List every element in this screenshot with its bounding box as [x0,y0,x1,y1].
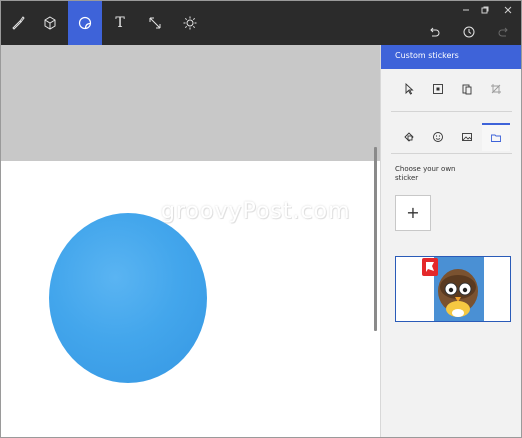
paste-button[interactable] [453,77,481,101]
restore-icon [481,6,489,14]
watermark-text: groovyPost.com [161,199,351,224]
stickers-tool-button[interactable] [68,1,102,45]
history-icon [463,26,475,38]
sticker-shape-icon [404,132,414,142]
sticker-tabs [381,123,521,153]
panel-title: Custom stickers [395,51,459,60]
sticker-image [396,257,510,321]
custom-sticker-thumbnail[interactable] [395,256,511,322]
custom-stickers-panel: Custom stickers Choose your own sticker … [380,45,521,437]
panel-divider [391,111,512,112]
tab-texture-stickers[interactable] [424,123,452,151]
crop-button[interactable] [482,77,510,101]
choose-sticker-label: Choose your own sticker [395,165,456,182]
paste-icon [462,84,472,95]
sticker-icon [78,16,92,30]
select-area-tool-button[interactable] [424,77,452,101]
text-icon: T [115,15,125,31]
canvas-workspace[interactable] [1,45,380,437]
add-sticker-button[interactable]: + [395,195,431,231]
select-icon [405,83,414,95]
canvas-resize-icon [149,17,161,29]
close-icon [504,6,512,14]
brushes-tool-button[interactable] [1,1,35,45]
text-tool-button[interactable]: T [103,1,137,45]
image-icon [462,133,472,141]
close-button[interactable] [499,1,517,19]
plus-icon: + [406,203,420,222]
undo-button[interactable] [419,19,449,45]
blue-sphere-shape[interactable] [49,213,207,383]
history-button[interactable] [454,19,484,45]
crop-icon [491,84,501,94]
panel-divider [391,153,512,154]
effects-sun-icon [183,16,197,30]
tab-image-stickers[interactable] [453,123,481,151]
effects-tool-button[interactable] [173,1,207,45]
vertical-scrollbar[interactable] [374,147,377,331]
canvas-tool-button[interactable] [138,1,172,45]
paint3d-window: T groovyPost.com Custom stickers Choose … [0,0,522,438]
maximize-button[interactable] [476,1,494,19]
cube-icon [44,16,56,30]
undo-icon [430,27,440,37]
select-area-icon [433,84,443,94]
tab-shape-stickers[interactable] [395,123,423,151]
tab-custom-stickers[interactable] [482,123,510,151]
brush-icon [12,16,25,30]
texture-icon [433,132,443,142]
redo-icon [498,27,508,37]
minimize-icon [463,9,469,11]
minimize-button[interactable] [457,1,475,19]
folder-icon [491,134,501,142]
3d-shapes-tool-button[interactable] [33,1,67,45]
select-tool-button[interactable] [395,77,423,101]
top-toolbar: T [1,1,521,45]
workspace-background [1,45,380,161]
panel-header: Custom stickers [381,45,521,69]
redo-button[interactable] [489,19,519,45]
